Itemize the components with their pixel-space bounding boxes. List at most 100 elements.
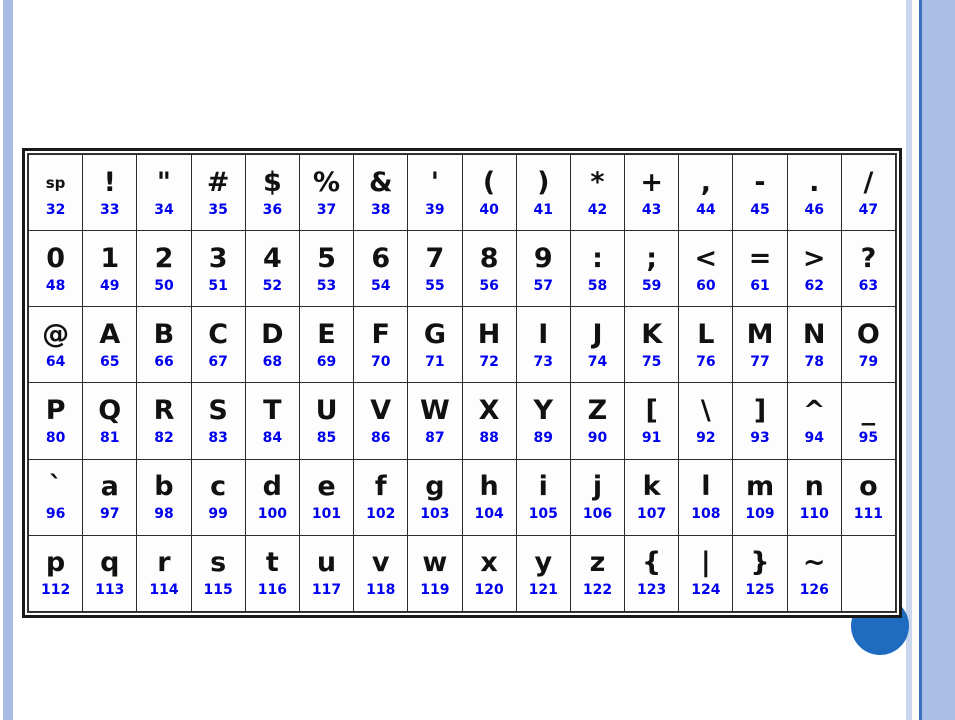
ascii-glyph: $ <box>262 166 282 198</box>
ascii-cell: N 78 <box>786 306 842 384</box>
ascii-code: 45 <box>750 201 770 218</box>
ascii-glyph: \ <box>700 395 711 427</box>
ascii-code: 69 <box>316 353 337 370</box>
ascii-cell: U 85 <box>298 382 355 460</box>
ascii-code: 124 <box>691 582 721 599</box>
ascii-cell: l 108 <box>678 458 734 536</box>
ascii-glyph: l <box>701 471 711 503</box>
ascii-cell: - 45 <box>732 153 788 232</box>
ascii-cell: {123 <box>624 534 680 613</box>
ascii-cell: C 67 <box>190 306 246 384</box>
ascii-code: 84 <box>262 430 283 447</box>
ascii-code: 47 <box>858 201 879 218</box>
ascii-glyph: y <box>534 547 553 579</box>
ascii-code: 42 <box>587 201 608 218</box>
ascii-code: 55 <box>425 277 445 294</box>
ascii-code: 37 <box>316 201 337 218</box>
ascii-glyph: @ <box>42 318 70 350</box>
ascii-cell: } 125 <box>732 534 788 613</box>
ascii-cell: E 69 <box>298 306 355 384</box>
ascii-table-row: @64 A 65 B 66 C 67 D 68 E 69 F 70 G 71 H 72 I 73 J 74 K 75 L 76 M… <box>27 306 897 384</box>
ascii-cell: _ 95 <box>840 382 897 460</box>
ascii-cell: <60 <box>678 230 734 308</box>
ascii-glyph: i <box>538 471 548 503</box>
ascii-cell: B 66 <box>136 306 192 384</box>
ascii-code: 68 <box>262 353 283 370</box>
ascii-glyph: Y <box>533 395 554 427</box>
ascii-code: 78 <box>804 353 824 370</box>
ascii-glyph: J <box>592 318 603 350</box>
ascii-code: 32 <box>45 201 66 218</box>
ascii-code: 60 <box>696 277 716 294</box>
ascii-code: 80 <box>45 430 66 447</box>
ascii-cell: G 71 <box>407 306 463 384</box>
slide-accent-bar-right-thin <box>906 0 912 720</box>
ascii-glyph: ? <box>860 242 877 274</box>
ascii-glyph: f <box>374 471 387 503</box>
ascii-code: 121 <box>528 582 558 599</box>
ascii-glyph: W <box>420 395 450 427</box>
ascii-cell: ] 93 <box>732 382 788 460</box>
ascii-table-inner-border: sp 32! 33 " 34 #35 $36% 37 & 38 ' 39(40) 41 * 42 +43, 44… <box>27 153 897 613</box>
ascii-code: 102 <box>366 506 396 523</box>
ascii-cell: a 97 <box>82 458 138 536</box>
ascii-cell: D 68 <box>244 306 300 384</box>
ascii-cell: >62 <box>786 230 842 308</box>
ascii-code: 33 <box>100 201 120 218</box>
ascii-cell: ) 41 <box>515 153 571 232</box>
ascii-glyph: r <box>157 547 171 579</box>
ascii-cell: P 80 <box>27 382 84 460</box>
ascii-glyph: > <box>802 242 826 274</box>
ascii-code: 40 <box>479 201 499 218</box>
ascii-cell: W 87 <box>407 382 463 460</box>
ascii-glyph: : <box>592 242 603 274</box>
ascii-glyph: R <box>153 395 175 427</box>
slide-accent-bar-right <box>922 0 955 720</box>
ascii-glyph: _ <box>861 395 876 427</box>
ascii-glyph: 6 <box>371 242 391 274</box>
ascii-code: 122 <box>582 582 613 599</box>
ascii-cell: 2 50 <box>136 230 192 308</box>
ascii-table-row: sp 32! 33 " 34 #35 $36% 37 & 38 ' 39(40) 41 * 42 +43, 44… <box>27 153 897 232</box>
ascii-code: 81 <box>100 430 120 447</box>
ascii-glyph: { <box>642 547 662 579</box>
ascii-cell: O 79 <box>840 306 897 384</box>
ascii-cell: h 104 <box>461 458 517 536</box>
ascii-code: 99 <box>208 506 228 523</box>
ascii-code: 125 <box>745 582 775 599</box>
ascii-glyph: 2 <box>154 242 174 274</box>
ascii-glyph: e <box>317 471 336 503</box>
ascii-cell: +43 <box>624 153 680 232</box>
ascii-glyph: A <box>99 318 121 350</box>
ascii-cell: x 120 <box>461 534 517 613</box>
ascii-cell: \ 92 <box>678 382 734 460</box>
ascii-code: 108 <box>691 506 721 523</box>
ascii-glyph: I <box>538 318 549 350</box>
ascii-code: 39 <box>425 201 445 218</box>
ascii-cell: c 99 <box>190 458 246 536</box>
ascii-code: 112 <box>40 582 71 599</box>
ascii-character-table: sp 32! 33 " 34 #35 $36% 37 & 38 ' 39(40) 41 * 42 +43, 44… <box>27 153 897 613</box>
ascii-glyph: h <box>479 471 499 503</box>
ascii-glyph: p <box>45 547 66 579</box>
ascii-cell: Q 81 <box>82 382 138 460</box>
ascii-cell: n 110 <box>786 458 842 536</box>
ascii-glyph: ' <box>430 166 440 198</box>
ascii-glyph: 9 <box>533 242 553 274</box>
ascii-code: 67 <box>208 353 228 370</box>
ascii-code: 79 <box>858 353 879 370</box>
ascii-table-row: 0 48 1 49 2 50 3 51 4 52 5 53 6 54 7 55 8 56 9 57:58; 59 <60 =… <box>27 230 897 308</box>
ascii-cell: ? 63 <box>840 230 897 308</box>
ascii-glyph: 7 <box>425 242 445 274</box>
ascii-code: 105 <box>528 506 558 523</box>
ascii-glyph: U <box>315 395 338 427</box>
ascii-cell: , 44 <box>678 153 734 232</box>
ascii-code: 104 <box>474 506 504 523</box>
ascii-glyph: P <box>45 395 66 427</box>
ascii-code: 46 <box>804 201 824 218</box>
ascii-code: 91 <box>641 430 662 447</box>
ascii-code: 123 <box>637 582 667 599</box>
ascii-glyph: X <box>478 395 500 427</box>
ascii-cell: r 114 <box>136 534 192 613</box>
ascii-glyph: u <box>316 547 337 579</box>
